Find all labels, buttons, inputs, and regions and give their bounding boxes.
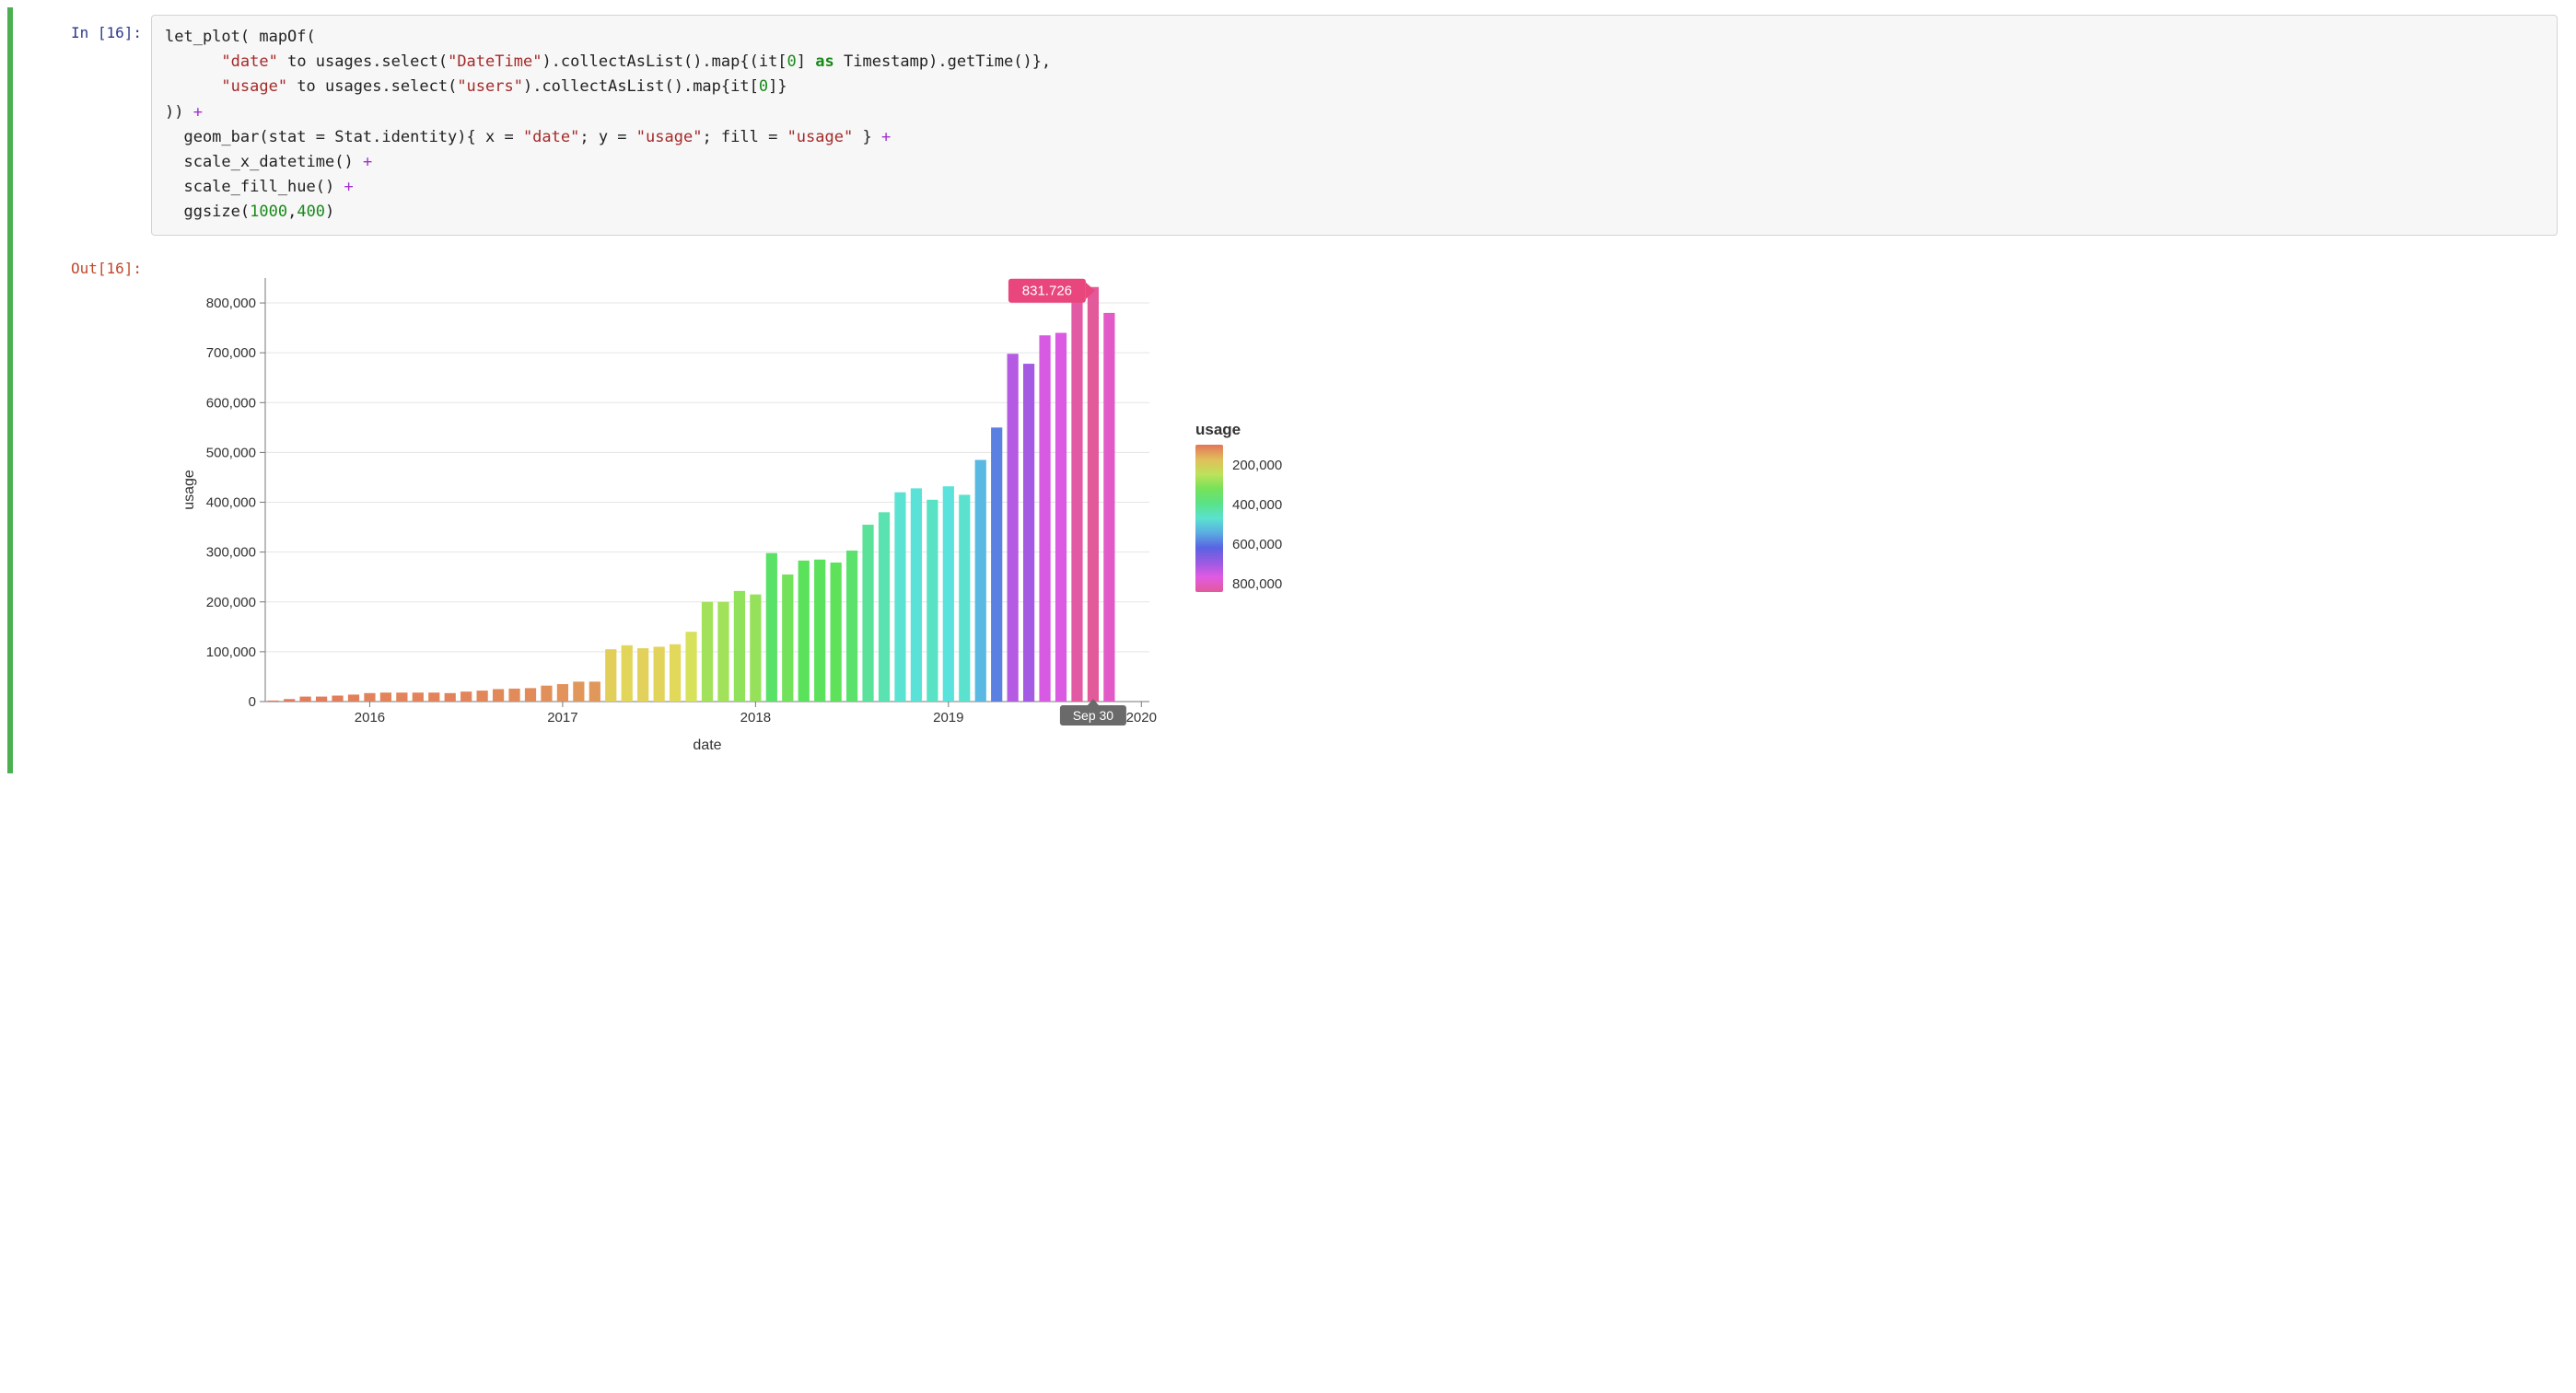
chart-bar[interactable] bbox=[316, 696, 327, 701]
chart-bar[interactable] bbox=[798, 560, 810, 701]
chart-bar[interactable] bbox=[637, 648, 648, 702]
svg-text:300,000: 300,000 bbox=[206, 544, 256, 560]
legend-tick: 800,000 bbox=[1232, 576, 1282, 592]
svg-text:831.726: 831.726 bbox=[1022, 283, 1072, 298]
chart-bar[interactable] bbox=[862, 524, 873, 701]
chart-bar[interactable] bbox=[348, 694, 359, 702]
chart-bar[interactable] bbox=[959, 494, 970, 702]
chart-bar[interactable] bbox=[573, 681, 584, 702]
chart-bar[interactable] bbox=[284, 699, 295, 702]
chart-bar[interactable] bbox=[508, 688, 519, 701]
chart-bar[interactable] bbox=[477, 691, 488, 702]
svg-text:Sep 30: Sep 30 bbox=[1073, 708, 1114, 723]
notebook-container: In [16]: let_plot( mapOf( "date" to usag… bbox=[7, 7, 2569, 773]
output-prompt: Out[16]: bbox=[13, 250, 151, 277]
svg-text:500,000: 500,000 bbox=[206, 445, 256, 460]
legend-tick: 400,000 bbox=[1232, 497, 1282, 513]
chart-bar[interactable] bbox=[380, 692, 391, 702]
chart-bar[interactable] bbox=[1039, 335, 1050, 702]
chart-bar[interactable] bbox=[943, 486, 954, 702]
usage-bar-chart[interactable]: 0 100,000 200,000 300,000 400,000 500,000 600,… bbox=[173, 260, 1168, 757]
svg-text:2016: 2016 bbox=[355, 710, 385, 726]
svg-text:200,000: 200,000 bbox=[206, 594, 256, 609]
chart-bar[interactable] bbox=[717, 601, 729, 701]
svg-text:600,000: 600,000 bbox=[206, 395, 256, 411]
chart-bar[interactable] bbox=[734, 590, 745, 701]
input-prompt: In [16]: bbox=[13, 15, 151, 41]
svg-text:2018: 2018 bbox=[740, 710, 771, 726]
legend-tick: 600,000 bbox=[1232, 537, 1282, 552]
chart-bar[interactable] bbox=[685, 632, 696, 702]
chart-bar[interactable] bbox=[364, 692, 375, 701]
output-area: 0 100,000 200,000 300,000 400,000 500,000 600,… bbox=[151, 250, 2558, 766]
legend-ticks: 200,000 400,000 600,000 800,000 bbox=[1232, 445, 1282, 592]
chart-bar[interactable] bbox=[1103, 312, 1114, 701]
svg-text:2020: 2020 bbox=[1126, 710, 1157, 726]
chart-legend: usage 200,000 400,000 600,000 800,000 bbox=[1195, 421, 1282, 596]
chart-bar[interactable] bbox=[975, 459, 986, 701]
chart-bar[interactable] bbox=[1008, 354, 1019, 702]
svg-text:800,000: 800,000 bbox=[206, 296, 256, 311]
output-cell: Out[16]: 0 100,000 200,000 300,000 400,000 50… bbox=[13, 243, 2569, 773]
chart-bar[interactable] bbox=[927, 499, 938, 701]
chart-bar[interactable] bbox=[670, 644, 681, 701]
chart-bar[interactable] bbox=[541, 685, 552, 701]
svg-text:2017: 2017 bbox=[547, 710, 577, 726]
chart-bar[interactable] bbox=[525, 688, 536, 702]
input-cell: In [16]: let_plot( mapOf( "date" to usag… bbox=[13, 7, 2569, 243]
chart-bar[interactable] bbox=[654, 646, 665, 702]
chart-bar[interactable] bbox=[766, 552, 777, 701]
chart-bar[interactable] bbox=[460, 691, 472, 702]
chart-bar[interactable] bbox=[557, 684, 568, 702]
chart-bar[interactable] bbox=[846, 551, 857, 702]
chart-bar[interactable] bbox=[1023, 364, 1034, 702]
svg-text:date: date bbox=[693, 737, 721, 753]
chart-bar[interactable] bbox=[589, 681, 600, 702]
chart-bar[interactable] bbox=[814, 559, 825, 701]
chart-bar[interactable] bbox=[911, 488, 922, 702]
chart-bar[interactable] bbox=[1055, 332, 1067, 701]
chart-bar[interactable] bbox=[831, 563, 842, 702]
chart-bar[interactable] bbox=[268, 700, 279, 701]
chart-bar[interactable] bbox=[1088, 286, 1099, 701]
svg-text:usage: usage bbox=[181, 470, 197, 510]
chart-bar[interactable] bbox=[879, 512, 890, 702]
legend-title: usage bbox=[1195, 421, 1282, 439]
legend-tick: 200,000 bbox=[1232, 458, 1282, 473]
chart-bar[interactable] bbox=[413, 692, 424, 702]
chart-bar[interactable] bbox=[1071, 293, 1082, 702]
chart-bar[interactable] bbox=[300, 696, 311, 701]
chart-bar[interactable] bbox=[605, 649, 616, 702]
chart-bar[interactable] bbox=[332, 695, 343, 701]
chart-bar[interactable] bbox=[702, 601, 713, 701]
svg-text:100,000: 100,000 bbox=[206, 644, 256, 659]
chart-bar[interactable] bbox=[428, 692, 439, 702]
chart-bar[interactable] bbox=[445, 692, 456, 701]
svg-text:400,000: 400,000 bbox=[206, 494, 256, 510]
chart-bar[interactable] bbox=[782, 575, 793, 702]
chart-bar[interactable] bbox=[396, 692, 407, 702]
legend-color-bar bbox=[1195, 445, 1223, 592]
chart-bar[interactable] bbox=[750, 594, 761, 701]
chart-bar[interactable] bbox=[622, 644, 633, 701]
chart-bar[interactable] bbox=[991, 427, 1002, 702]
chart-bar[interactable] bbox=[894, 492, 905, 701]
svg-text:2019: 2019 bbox=[933, 710, 963, 726]
svg-text:700,000: 700,000 bbox=[206, 345, 256, 361]
code-editor[interactable]: let_plot( mapOf( "date" to usages.select… bbox=[151, 15, 2558, 236]
svg-text:0: 0 bbox=[249, 694, 256, 710]
chart-bar[interactable] bbox=[493, 689, 504, 702]
